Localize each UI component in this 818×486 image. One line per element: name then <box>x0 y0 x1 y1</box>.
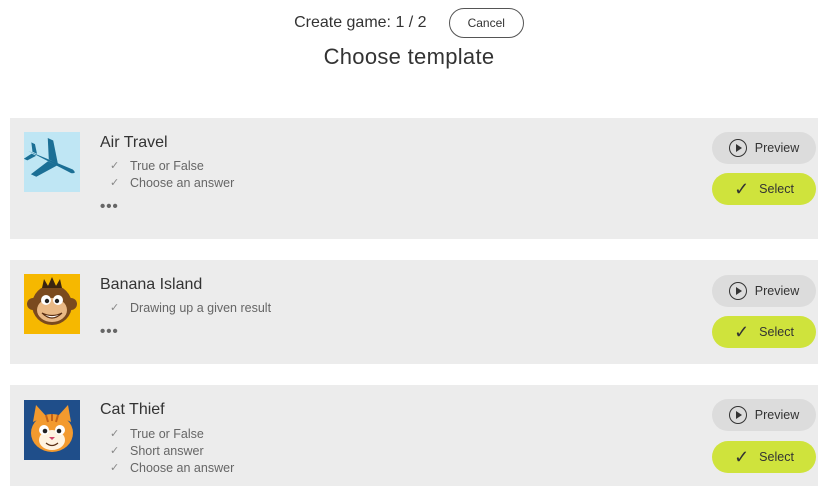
check-icon: ✓ <box>734 322 750 342</box>
feature-label: Choose an answer <box>130 176 235 190</box>
feature-item: ✓ True or False <box>110 426 234 443</box>
play-circle-icon <box>728 139 747 157</box>
select-label: Select <box>759 450 794 464</box>
feature-label: Drawing up a given result <box>130 301 272 315</box>
preview-button[interactable]: Preview <box>712 275 816 307</box>
check-icon: ✓ <box>110 177 120 189</box>
select-button[interactable]: ✓ Select <box>712 316 816 348</box>
template-title: Air Travel <box>100 134 168 151</box>
feature-item: ✓ Choose an answer <box>110 175 234 192</box>
play-circle-icon <box>728 282 747 300</box>
template-card-air-travel: Air Travel ✓ True or False ✓ Choose an ans… <box>10 118 818 239</box>
preview-button[interactable]: Preview <box>712 399 816 431</box>
more-features-icon[interactable]: ••• <box>100 323 119 340</box>
feature-item: ✓ True or False <box>110 158 234 175</box>
feature-item: ✓ Drawing up a given result <box>110 300 271 317</box>
more-features-icon[interactable]: ••• <box>100 198 119 215</box>
preview-button[interactable]: Preview <box>712 132 816 164</box>
check-icon: ✓ <box>110 160 120 172</box>
page-header: Create game: 1 / 2 Cancel Choose templat… <box>0 0 818 80</box>
preview-label: Preview <box>754 141 800 155</box>
check-icon: ✓ <box>734 447 750 467</box>
template-title: Cat Thief <box>100 401 165 418</box>
select-button[interactable]: ✓ Select <box>712 173 816 205</box>
feature-label: True or False <box>130 159 204 173</box>
cancel-button[interactable]: Cancel <box>448 8 524 38</box>
select-label: Select <box>759 325 794 339</box>
airplane-icon <box>24 132 80 192</box>
preview-label: Preview <box>754 408 800 422</box>
feature-item: ✓ Choose an answer <box>110 460 234 477</box>
template-card-cat-thief: Cat Thief ✓ True or False ✓ Short answer ✓… <box>10 385 818 486</box>
page-title: Choose template <box>323 44 495 69</box>
feature-list: ✓ True or False ✓ Short answer ✓ Choose an … <box>110 426 234 477</box>
select-button[interactable]: ✓ Select <box>712 441 816 473</box>
feature-label: Short answer <box>130 444 204 458</box>
select-label: Select <box>759 182 794 196</box>
check-icon: ✓ <box>110 302 120 314</box>
step-row: Create game: 1 / 2 Cancel <box>0 8 818 38</box>
feature-label: Choose an answer <box>130 461 235 475</box>
check-icon: ✓ <box>110 462 120 474</box>
feature-list: ✓ Drawing up a given result <box>110 300 271 317</box>
play-circle-icon <box>728 406 747 424</box>
check-icon: ✓ <box>110 445 120 457</box>
feature-list: ✓ True or False ✓ Choose an answer <box>110 158 234 192</box>
step-indicator: Create game: 1 / 2 <box>294 14 427 31</box>
check-icon: ✓ <box>110 428 120 440</box>
feature-item: ✓ Short answer <box>110 443 234 460</box>
feature-label: True or False <box>130 427 204 441</box>
template-card-banana-island: Banana Island ✓ Drawing up a given result… <box>10 260 818 364</box>
cat-icon <box>24 400 80 460</box>
check-icon: ✓ <box>734 179 750 199</box>
template-title: Banana Island <box>100 276 203 293</box>
monkey-icon <box>24 274 80 334</box>
preview-label: Preview <box>754 284 800 298</box>
